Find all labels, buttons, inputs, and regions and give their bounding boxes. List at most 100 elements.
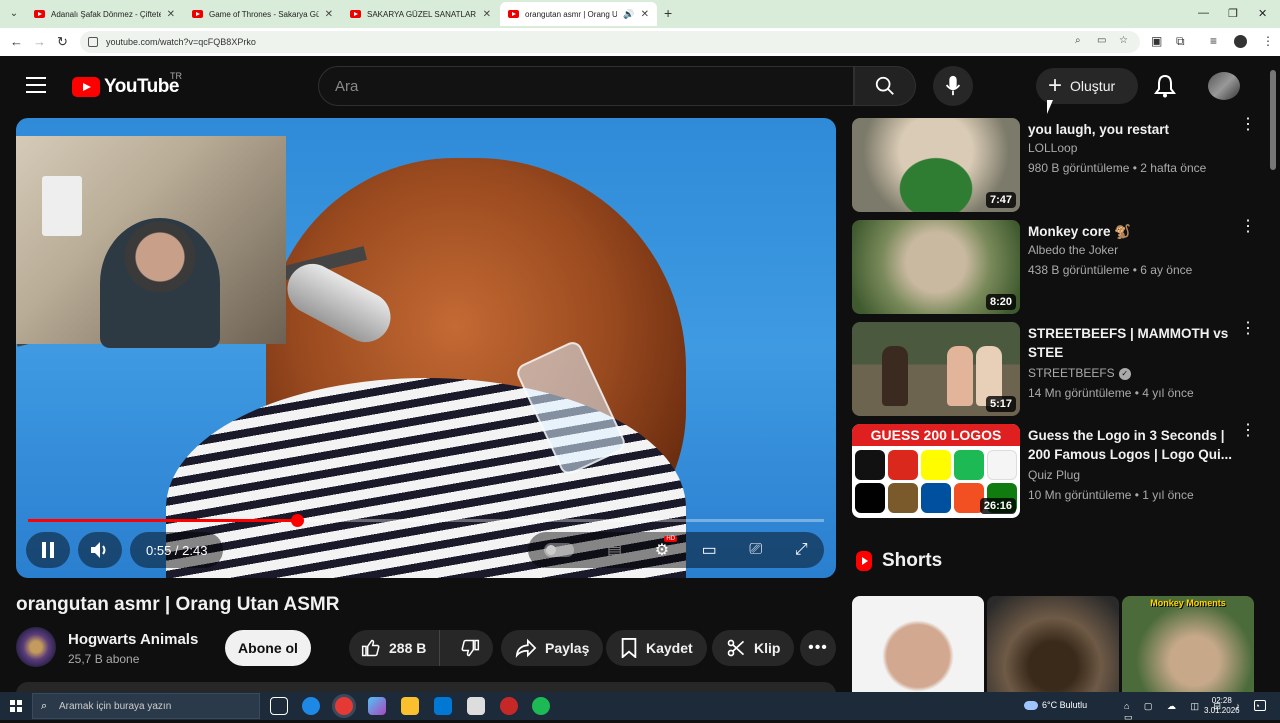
kebab-menu-icon[interactable]: ⋮ [1240, 321, 1256, 337]
edge-browser-icon[interactable] [302, 697, 320, 715]
new-tab-button[interactable]: + [664, 6, 672, 20]
voice-search-button[interactable] [933, 66, 973, 106]
create-label: Oluştur [1070, 78, 1116, 94]
extension-icon[interactable]: ▣ [1151, 34, 1162, 48]
bookmark-star-icon[interactable]: ☆ [1119, 35, 1128, 46]
channel-name[interactable]: Hogwarts Animals [68, 631, 198, 648]
settings-gear-icon[interactable]: ⚙ HD [655, 536, 678, 560]
short-thumbnail[interactable] [987, 596, 1119, 696]
extensions-puzzle-icon[interactable]: ⧉ [1176, 34, 1185, 49]
search-button[interactable] [854, 66, 916, 106]
theater-mode-icon[interactable]: ▭ [702, 540, 717, 560]
taskbar-search-input[interactable]: ⌕ Aramak için buraya yazın [32, 693, 260, 719]
autoplay-toggle[interactable] [544, 543, 575, 557]
close-icon[interactable]: ✕ [325, 9, 333, 20]
recommended-title[interactable]: you laugh, you restart [1028, 120, 1234, 139]
video-thumbnail[interactable]: 7:47 [852, 118, 1020, 212]
more-actions-icon[interactable]: ••• [800, 630, 836, 666]
browser-tab[interactable]: SAKARYA GÜZEL SANATLAR LİSESİ ✕ [342, 2, 499, 26]
video-thumbnail[interactable]: 5:17 [852, 322, 1020, 416]
menu-icon[interactable] [26, 77, 46, 93]
kebab-menu-icon[interactable]: ⋮ [1240, 219, 1256, 235]
fullscreen-icon[interactable]: ⤢ [795, 541, 808, 559]
progress-scrubber[interactable] [290, 514, 304, 527]
site-info-icon[interactable] [88, 37, 98, 47]
system-clock[interactable]: 02:28 3.01.2026 [1204, 696, 1240, 716]
subtitles-icon[interactable]: ▤ [607, 540, 622, 560]
pause-button[interactable] [26, 532, 70, 568]
channel-avatar[interactable] [16, 627, 56, 667]
spotify-icon[interactable] [532, 697, 550, 715]
file-explorer-icon[interactable] [401, 697, 419, 715]
video-duration: 7:47 [985, 192, 1016, 208]
app-icon[interactable] [500, 697, 518, 715]
chrome-browser-icon[interactable] [335, 697, 353, 715]
video-player[interactable]: 0:55 / 2:43 ▤ ⚙ HD ▭ ⎚ ⤢ [16, 118, 836, 578]
task-view-icon[interactable] [270, 697, 288, 715]
media-control-icon[interactable]: ≡ [1210, 34, 1217, 48]
browser-menu-icon[interactable]: ⋮ [1262, 34, 1274, 48]
channel-name-text: STREETBEEFS [1028, 366, 1115, 380]
recommended-video[interactable]: 8:20 Monkey core 🐒 Albedo the Joker 438 … [852, 219, 1262, 314]
weather-widget[interactable]: 6°C Bulutlu [1024, 700, 1087, 710]
minimize-icon[interactable]: — [1198, 7, 1209, 19]
browser-tab-active[interactable]: orangutan asmr | Orang Utan ASMR 🔊 ✕ [500, 2, 657, 26]
volume-button[interactable] [78, 532, 122, 568]
video-thumbnail[interactable]: 8:20 [852, 220, 1020, 314]
dislike-button[interactable] [448, 638, 493, 658]
like-button[interactable]: 288 B [349, 630, 440, 666]
zoom-icon[interactable]: ⌕ [1075, 35, 1081, 46]
restore-icon[interactable]: ❐ [1228, 7, 1238, 20]
youtube-favicon-icon [350, 10, 361, 18]
recommended-channel[interactable]: STREETBEEFS ✓ [1028, 366, 1131, 380]
youtube-logo[interactable]: YouTube [72, 76, 179, 98]
video-thumbnail[interactable]: GUESS 200 LOGOS 26:16 [852, 424, 1020, 518]
copilot-icon[interactable] [368, 697, 386, 715]
recommended-channel[interactable]: Albedo the Joker [1028, 243, 1118, 257]
short-thumbnail[interactable] [852, 596, 984, 696]
clip-button[interactable]: Klip [712, 630, 795, 666]
notification-center-icon[interactable] [1254, 700, 1266, 711]
recommended-meta: 10 Mn görüntüleme • 1 yıl önce [1028, 488, 1194, 502]
close-icon[interactable]: ✕ [167, 9, 175, 20]
video-duration: 5:17 [985, 396, 1016, 412]
short-thumbnail[interactable]: Monkey Moments [1122, 596, 1254, 696]
recommended-title[interactable]: Monkey core 🐒 [1028, 222, 1234, 241]
close-icon[interactable]: ✕ [641, 9, 649, 20]
account-avatar[interactable] [1208, 72, 1240, 100]
address-bar[interactable]: youtube.com/watch?v=qcFQB8XPrko [80, 31, 1140, 53]
recommended-video[interactable]: 7:47 you laugh, you restart LOLLoop 980 … [852, 117, 1262, 212]
search-input[interactable]: Ara [318, 66, 854, 106]
recommended-title[interactable]: Guess the Logo in 3 Seconds | 200 Famous… [1028, 426, 1234, 464]
recommended-title[interactable]: STREETBEEFS | MAMMOTH vs STEE [1028, 324, 1234, 362]
microsoft-store-icon[interactable] [467, 697, 485, 715]
recommended-channel[interactable]: Quiz Plug [1028, 468, 1080, 482]
install-app-icon[interactable]: ▭ [1097, 35, 1106, 46]
cloud-icon [1024, 700, 1038, 710]
close-icon[interactable]: ✕ [483, 9, 491, 20]
recommended-channel[interactable]: LOLLoop [1028, 141, 1077, 155]
windows-start-icon[interactable] [10, 700, 22, 712]
audio-playing-icon[interactable]: 🔊 [623, 9, 634, 20]
page-scrollbar[interactable] [1270, 70, 1276, 170]
create-button[interactable]: + Oluştur [1036, 68, 1138, 104]
reload-icon[interactable]: ↻ [57, 34, 68, 50]
tab-search-button[interactable]: ⌄ [6, 6, 22, 22]
browser-tab[interactable]: Game of Thrones - Sakarya Güzel ✕ [184, 2, 341, 26]
share-button[interactable]: Paylaş [501, 630, 604, 666]
cast-icon[interactable]: ⎚ [749, 541, 762, 559]
kebab-menu-icon[interactable]: ⋮ [1240, 423, 1256, 439]
subscribe-button[interactable]: Abone ol [225, 630, 311, 666]
recommended-video[interactable]: GUESS 200 LOGOS 26:16 Guess the Logo in … [852, 423, 1262, 518]
kebab-menu-icon[interactable]: ⋮ [1240, 117, 1256, 133]
save-button[interactable]: Kaydet [606, 630, 707, 666]
back-icon[interactable]: ← [10, 34, 23, 50]
browser-tab[interactable]: Adanalı Şafak Dönmez - Çiftetelli ✕ [26, 2, 183, 26]
progress-bar[interactable] [28, 514, 824, 527]
forward-icon[interactable]: → [33, 34, 46, 50]
profile-avatar[interactable] [1234, 35, 1247, 48]
recommended-video[interactable]: 5:17 STREETBEEFS | MAMMOTH vs STEE STREE… [852, 321, 1262, 416]
close-window-icon[interactable]: ✕ [1258, 7, 1267, 20]
notifications-bell-icon[interactable] [1154, 74, 1176, 103]
outlook-icon[interactable] [434, 697, 452, 715]
